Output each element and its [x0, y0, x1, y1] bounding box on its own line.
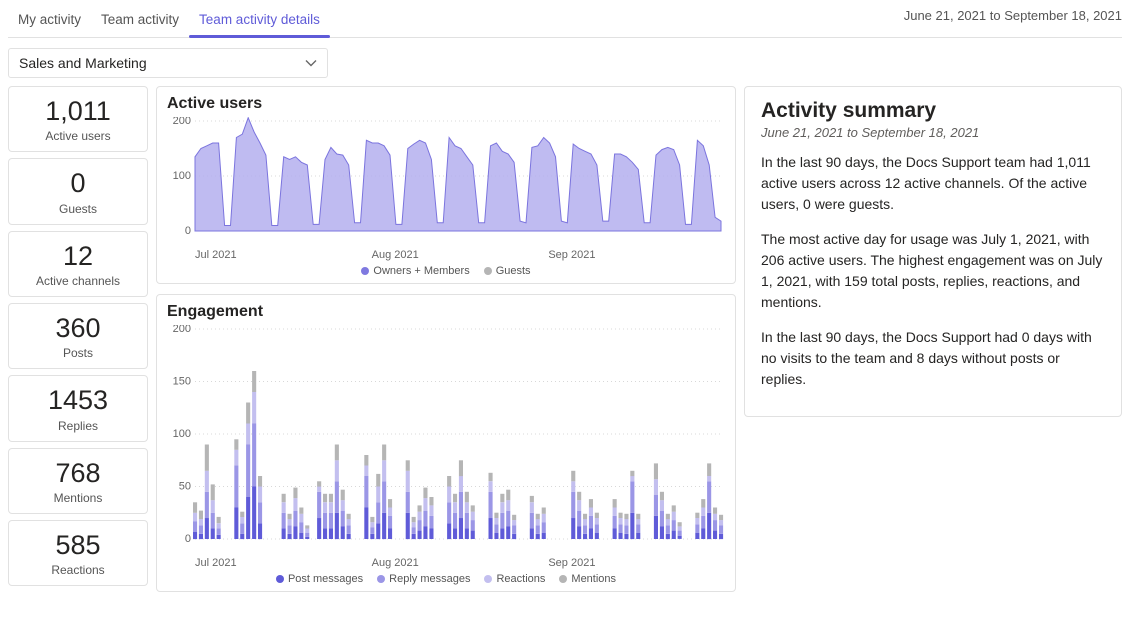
stat-label: Active channels [13, 274, 143, 288]
tab-my-activity[interactable]: My activity [8, 4, 91, 37]
activity-summary: Activity summary June 21, 2021 to Septem… [744, 86, 1122, 417]
stat-cards: 1,011 Active users 0 Guests 12 Active channel… [8, 86, 148, 586]
chart-title: Active users [167, 95, 725, 113]
tab-team-activity[interactable]: Team activity [91, 4, 189, 37]
team-select[interactable]: Sales and Marketing [8, 48, 328, 78]
summary-paragraph: In the last 90 days, the Docs Support ha… [761, 327, 1105, 390]
summary-paragraph: The most active day for usage was July 1… [761, 229, 1105, 313]
svg-text:100: 100 [173, 428, 191, 440]
stat-value: 12 [13, 242, 143, 270]
stat-value: 0 [13, 169, 143, 197]
stat-card: 12 Active channels [8, 231, 148, 297]
svg-text:200: 200 [173, 325, 191, 335]
summary-subtitle: June 21, 2021 to September 18, 2021 [761, 125, 1105, 140]
svg-text:100: 100 [173, 170, 191, 182]
svg-text:0: 0 [185, 533, 191, 545]
tab-team-activity-details[interactable]: Team activity details [189, 4, 330, 37]
stat-label: Posts [13, 346, 143, 360]
stat-card: 0 Guests [8, 158, 148, 224]
tabs: My activity Team activity Team activity … [8, 4, 330, 37]
stat-label: Replies [13, 419, 143, 433]
svg-text:200: 200 [173, 117, 191, 127]
stat-value: 768 [13, 459, 143, 487]
stat-card: 1453 Replies [8, 375, 148, 441]
stat-value: 1,011 [13, 97, 143, 125]
stat-card: 1,011 Active users [8, 86, 148, 152]
stat-label: Active users [13, 129, 143, 143]
svg-text:0: 0 [185, 225, 191, 237]
date-range: June 21, 2021 to September 18, 2021 [904, 4, 1122, 23]
stat-value: 585 [13, 531, 143, 559]
engagement-chart: Engagement 050100150200 Jul 2021Aug 2021… [156, 294, 736, 592]
stat-card: 360 Posts [8, 303, 148, 369]
chevron-down-icon [305, 57, 317, 69]
svg-text:150: 150 [173, 376, 191, 388]
stat-label: Reactions [13, 563, 143, 577]
chart-title: Engagement [167, 303, 725, 321]
active-users-chart: Active users 0100200 Jul 2021Aug 2021Sep… [156, 86, 736, 284]
stat-label: Mentions [13, 491, 143, 505]
stat-label: Guests [13, 202, 143, 216]
svg-text:50: 50 [179, 481, 191, 493]
stat-card: 768 Mentions [8, 448, 148, 514]
summary-paragraph: In the last 90 days, the Docs Support te… [761, 152, 1105, 215]
stat-card: 585 Reactions [8, 520, 148, 586]
stat-value: 1453 [13, 386, 143, 414]
summary-title: Activity summary [761, 99, 1105, 123]
stat-value: 360 [13, 314, 143, 342]
team-select-value: Sales and Marketing [19, 55, 147, 71]
